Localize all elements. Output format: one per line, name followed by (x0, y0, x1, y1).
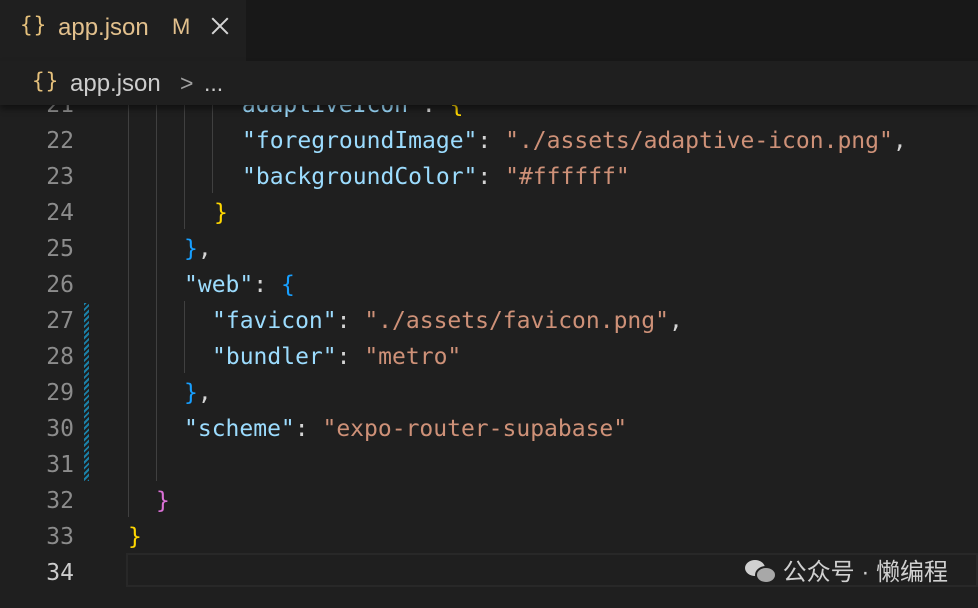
tab-app-json[interactable]: {} app.json M (0, 0, 246, 61)
json-braces-icon: {} (32, 69, 60, 93)
watermark-text: 公众号 · 懒编程 (782, 559, 948, 586)
line-number: 30 (46, 416, 74, 442)
line-number: 32 (46, 488, 74, 514)
json-braces-icon: {} (20, 13, 48, 37)
line-number: 34 (46, 560, 74, 586)
breadcrumb-file[interactable]: app.json (70, 70, 161, 98)
code-editor[interactable]: 21 "adaptiveIcon": { 22 "foregroundImage… (0, 105, 978, 608)
line-number: 21 (46, 105, 74, 118)
colon: : (336, 344, 365, 370)
close-brace: } (156, 488, 170, 514)
json-string: "./assets/favicon.png" (364, 308, 669, 334)
code-line: 27 "favicon": "./assets/favicon.png", (0, 303, 978, 339)
comma: , (668, 308, 683, 334)
tab-bar: {} app.json M (0, 0, 978, 61)
line-number: 24 (46, 200, 74, 226)
code-line: 30 "scheme": "expo-router-supabase" (0, 411, 978, 447)
json-string: "expo-router-supabase" (322, 416, 628, 442)
code-line: 22 "foregroundImage": "./assets/adaptive… (0, 123, 978, 159)
close-brace: } (184, 380, 198, 406)
json-key: "web" (184, 272, 254, 298)
colon: : (477, 164, 506, 190)
json-key: "scheme" (184, 416, 295, 442)
close-icon[interactable] (208, 14, 232, 38)
code-line: 28 "bundler": "metro" (0, 339, 978, 375)
wechat-icon (744, 558, 777, 584)
line-number: 23 (46, 164, 74, 190)
close-brace: } (184, 236, 198, 262)
code-line: 24 } (0, 195, 978, 231)
json-string: "./assets/adaptive-icon.png" (505, 128, 893, 154)
json-key: "adaptiveIcon" (228, 105, 422, 118)
json-key: "backgroundColor" (242, 164, 478, 190)
code-line: 33 } (0, 519, 978, 555)
code-line: 25 }, (0, 231, 978, 267)
comma: , (892, 128, 907, 154)
colon: : (294, 416, 323, 442)
chevron-right-icon: > (180, 70, 194, 96)
line-number: 27 (46, 308, 74, 334)
line-number: 25 (46, 236, 74, 262)
modified-badge: M (172, 14, 191, 39)
line-number: 28 (46, 344, 74, 370)
code-line: 23 "backgroundColor": "#ffffff" (0, 159, 978, 195)
colon: : (421, 105, 450, 118)
breadcrumb: {} app.json > ... (0, 61, 978, 105)
code-line: 21 "adaptiveIcon": { (0, 105, 978, 123)
line-number: 31 (46, 452, 74, 478)
open-brace: { (449, 105, 464, 118)
open-brace: { (280, 272, 295, 298)
close-brace: } (128, 524, 142, 550)
watermark: 公众号 · 懒编程 (744, 552, 948, 587)
line-number: 22 (46, 128, 74, 154)
colon: : (477, 128, 506, 154)
code-line: 31 (0, 447, 978, 483)
code-line: 32 } (0, 483, 978, 519)
line-number: 26 (46, 272, 74, 298)
code-line: 26 "web": { (0, 267, 978, 303)
json-key: "bundler" (212, 344, 337, 370)
line-number: 29 (46, 380, 74, 406)
colon: : (253, 272, 281, 298)
comma: , (197, 380, 212, 406)
line-number: 33 (46, 524, 74, 550)
json-string: "#ffffff" (505, 164, 630, 190)
json-key: "favicon" (212, 308, 337, 334)
tab-filename: app.json (58, 14, 149, 41)
json-string: "metro" (364, 344, 462, 370)
comma: , (197, 236, 212, 262)
colon: : (336, 308, 365, 334)
breadcrumb-symbols[interactable]: ... (204, 70, 223, 97)
json-key: "foregroundImage" (242, 128, 478, 154)
code-line: 29 }, (0, 375, 978, 411)
close-brace: } (214, 200, 228, 226)
